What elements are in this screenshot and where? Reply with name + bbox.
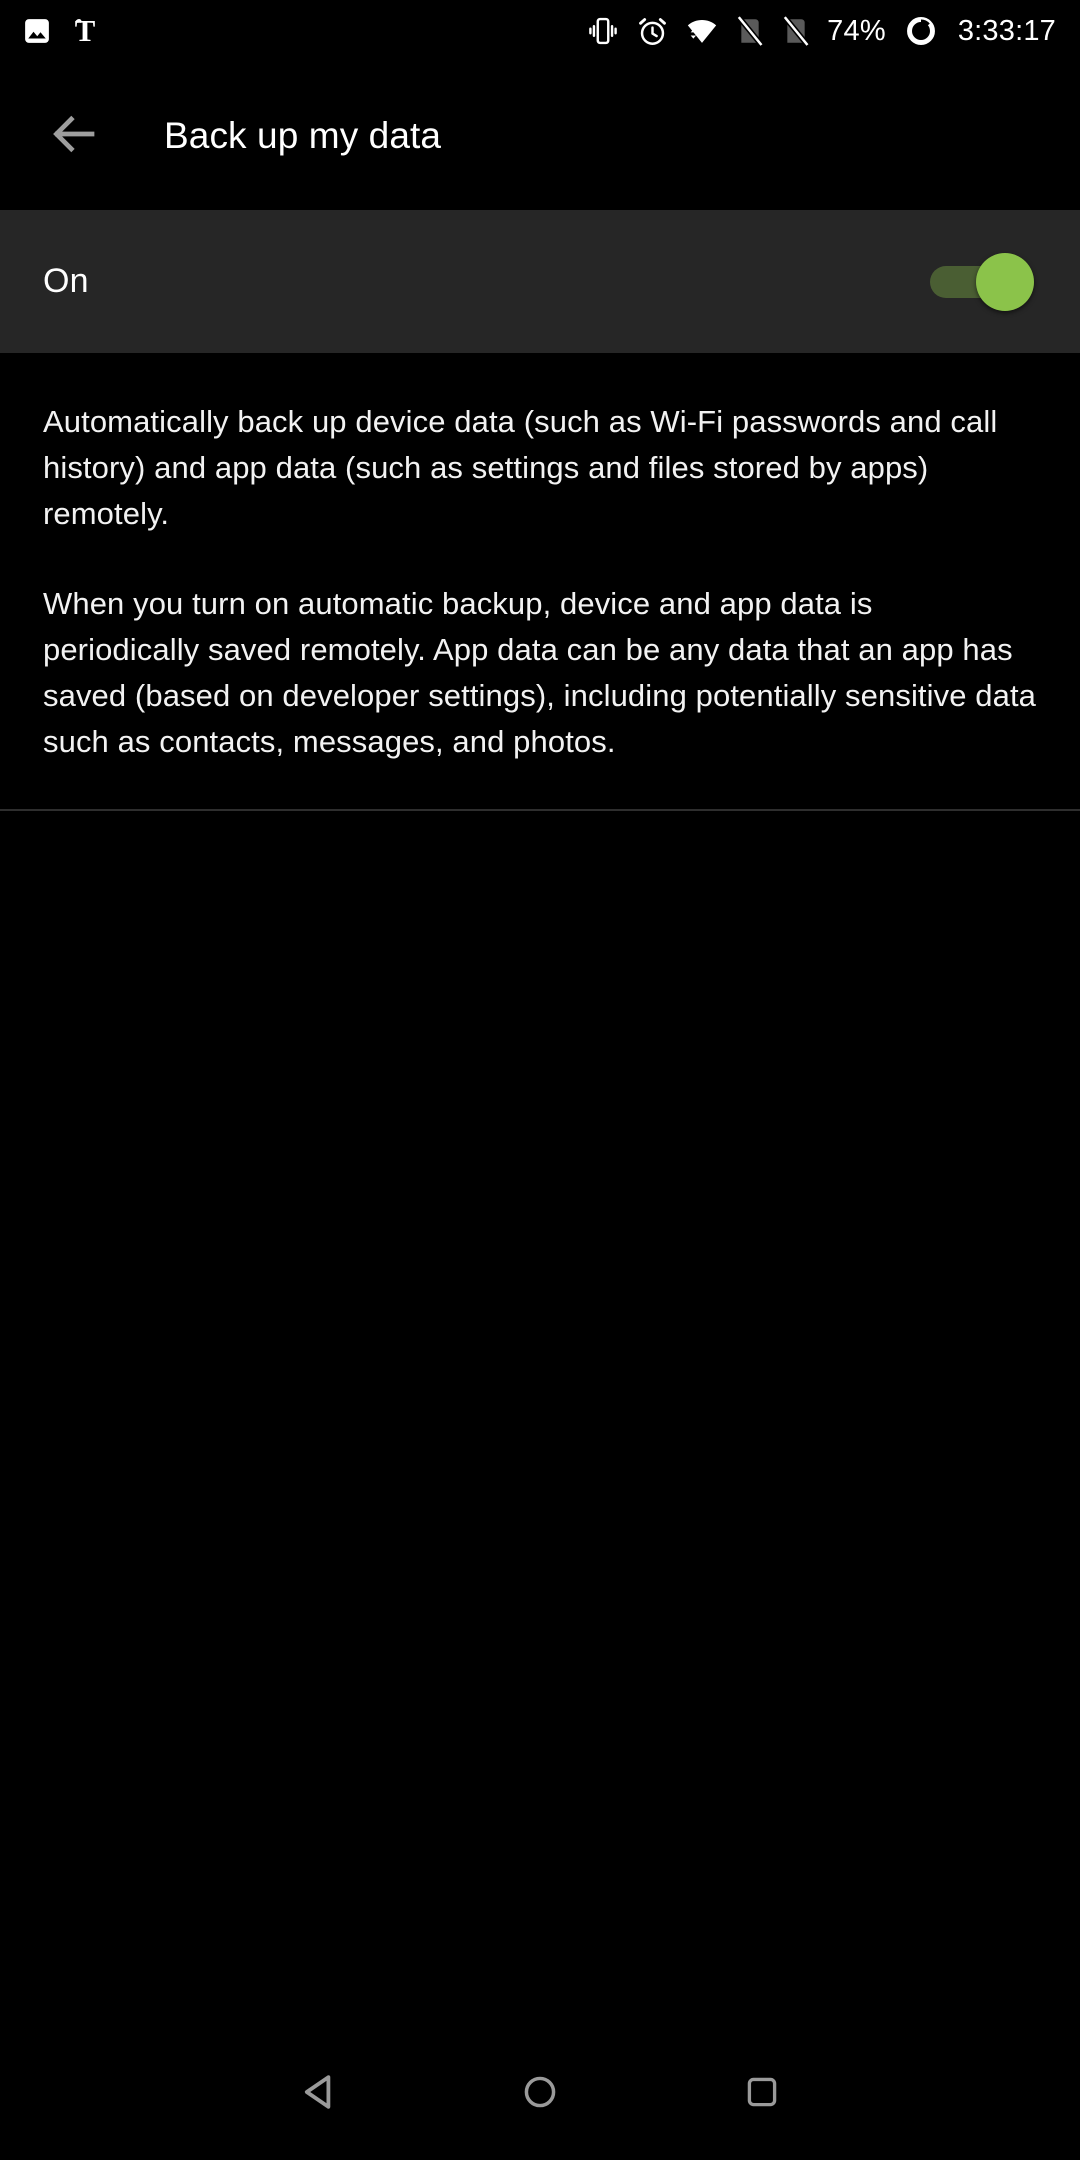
description-section: Automatically back up device data (such …	[0, 353, 1080, 811]
description-block: Automatically back up device data (such …	[0, 353, 1080, 765]
description-paragraph-2: When you turn on automatic backup, devic…	[43, 586, 1037, 759]
navigation-bar	[0, 2028, 1080, 2160]
description-paragraph-1: Automatically back up device data (such …	[43, 404, 998, 531]
status-bar-clock: 3:33:17	[957, 14, 1056, 47]
photos-icon	[22, 16, 52, 46]
switch-thumb	[976, 252, 1034, 311]
backup-toggle-row[interactable]: On	[0, 210, 1080, 353]
back-button[interactable]	[26, 88, 122, 184]
nytimes-icon: T	[70, 14, 100, 48]
sim2-no-signal-icon	[781, 15, 811, 47]
vibrate-icon	[586, 14, 620, 48]
notification-icons: T	[22, 14, 100, 48]
nav-home-button[interactable]	[465, 2028, 615, 2160]
backup-toggle-switch[interactable]	[926, 248, 1034, 316]
section-divider	[0, 809, 1080, 811]
recents-square-icon	[741, 2071, 783, 2118]
nav-back-button[interactable]	[245, 2028, 395, 2160]
page-title: Back up my data	[164, 115, 442, 156]
battery-percentage: 74%	[827, 14, 886, 47]
arrow-left-icon	[47, 107, 101, 166]
home-circle-icon	[518, 2070, 562, 2119]
phone-screen: T 74% 3:33:17 Back up my data On Automat…	[0, 0, 1080, 2160]
back-triangle-icon	[296, 2068, 344, 2121]
system-status-icons: 74% 3:33:17	[586, 14, 1056, 48]
nav-recents-button[interactable]	[687, 2028, 837, 2160]
status-bar[interactable]: T 74% 3:33:17	[0, 0, 1080, 62]
alarm-icon	[636, 15, 669, 48]
battery-circle-icon	[904, 14, 938, 48]
wifi-icon	[685, 15, 719, 47]
sim1-no-signal-icon	[735, 15, 765, 47]
app-bar: Back up my data	[0, 62, 1080, 210]
toggle-state-label: On	[43, 262, 89, 300]
